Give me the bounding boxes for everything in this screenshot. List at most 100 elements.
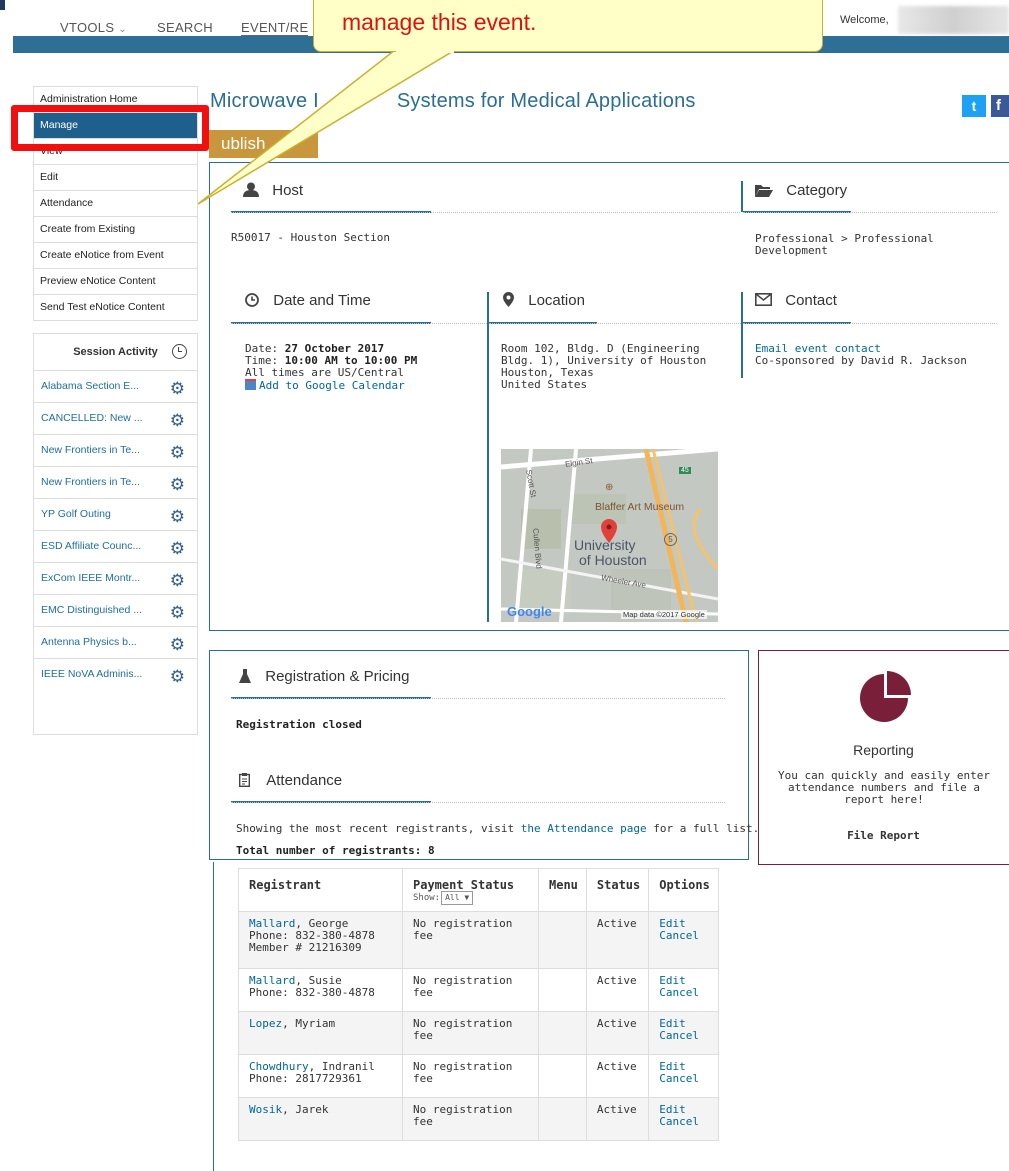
- map-credit: Map data ©2017 Google: [621, 610, 707, 619]
- dropdown-arrow-icon: ▼: [464, 893, 470, 902]
- registrant-name-link[interactable]: Lopez: [249, 1017, 282, 1030]
- table-header-row: Registrant Payment Status Show: All ▼ Men…: [238, 868, 719, 912]
- cancel-link[interactable]: Cancel: [659, 987, 710, 999]
- gear-icon[interactable]: ⚙: [170, 437, 185, 468]
- payment-filter-select[interactable]: All ▼: [441, 891, 474, 905]
- contact-divider: [743, 323, 997, 324]
- content-left-rule: [213, 862, 214, 1171]
- location-vrule: [487, 292, 489, 622]
- session-item[interactable]: Alabama Section E... ⚙: [34, 371, 197, 403]
- datetime-divider: [231, 323, 489, 324]
- google-calendar-link[interactable]: Add to Google Calendar: [245, 379, 417, 392]
- menu-cell: [538, 1011, 587, 1055]
- welcome-text: Welcome,: [840, 14, 889, 26]
- session-activity-header: Session Activity: [34, 334, 197, 371]
- sidebar-item-label: Create eNotice from Event: [40, 249, 164, 261]
- sidebar-item-create-enotice[interactable]: Create eNotice from Event: [34, 243, 197, 269]
- sidebar-item-edit[interactable]: Edit: [34, 165, 197, 191]
- flask-icon: [239, 669, 251, 683]
- session-item[interactable]: YP Golf Outing ⚙: [34, 499, 197, 531]
- col-menu: Menu: [538, 868, 587, 912]
- pie-chart-icon: [860, 671, 911, 722]
- payment-status-cell: No registration fee: [402, 1097, 539, 1141]
- table-row: Mallard, George Phone: 832-380-4878 Member…: [238, 911, 719, 969]
- registrant-name-link[interactable]: Wosik: [249, 1103, 282, 1116]
- sidebar-item-send-test-enotice[interactable]: Send Test eNotice Content: [34, 295, 197, 320]
- facebook-icon[interactable]: f: [991, 95, 1009, 117]
- session-item-label: New Frontiers in Te...: [41, 444, 141, 456]
- gear-icon[interactable]: ⚙: [170, 533, 185, 564]
- registration-divider: [231, 698, 725, 699]
- contact-details: Email event contact Co-sponsored by Davi…: [755, 343, 967, 367]
- session-item[interactable]: EMC Distinguished ... ⚙: [34, 595, 197, 627]
- gear-icon[interactable]: ⚙: [170, 629, 185, 660]
- cancel-link[interactable]: Cancel: [659, 1116, 710, 1128]
- session-item-label: ExCom IEEE Montr...: [41, 572, 141, 584]
- session-item[interactable]: Antenna Physics b... ⚙: [34, 627, 197, 659]
- category-line: Development: [755, 244, 828, 257]
- gear-icon[interactable]: ⚙: [170, 597, 185, 628]
- registrant-first-name: , Jarek: [282, 1103, 329, 1116]
- session-item[interactable]: New Frontiers in Te... ⚙: [34, 435, 197, 467]
- sidebar-item-preview-enotice[interactable]: Preview eNotice Content: [34, 269, 197, 295]
- session-item-label: Antenna Physics b...: [41, 636, 137, 648]
- cancel-link[interactable]: Cancel: [659, 930, 710, 942]
- session-item-label: ESD Affiliate Counc...: [41, 540, 142, 552]
- registrants-table: Registrant Payment Status Show: All ▼ Men…: [238, 868, 719, 1141]
- file-report-link[interactable]: File Report: [758, 830, 1009, 842]
- sidebar-item-attendance[interactable]: Attendance: [34, 191, 197, 217]
- session-item-label: IEEE NoVA Adminis...: [41, 668, 143, 680]
- table-row: Lopez, Myriam No registration fee Active…: [238, 1011, 719, 1055]
- nav-edge-accent: [0, 0, 5, 10]
- sidebar-item-label: Edit: [40, 171, 59, 183]
- gear-icon[interactable]: ⚙: [170, 405, 185, 436]
- cancel-link[interactable]: Cancel: [659, 1073, 710, 1085]
- session-item[interactable]: ExCom IEEE Montr... ⚙: [34, 563, 197, 595]
- highway-shield: 45: [679, 467, 691, 474]
- session-item[interactable]: New Frontiers in Te... ⚙: [34, 467, 197, 499]
- attendance-page-link[interactable]: the Attendance page: [521, 822, 647, 835]
- highlight-box-manage: [11, 105, 209, 151]
- status-cell: Active: [585, 911, 650, 969]
- table-row: Mallard, Susie Phone: 832-380-4878 No reg…: [238, 968, 719, 1012]
- registrant-first-name: , Myriam: [282, 1017, 336, 1030]
- location-divider: [489, 323, 741, 324]
- category-section-header: Category: [755, 182, 847, 199]
- nav-event-reports[interactable]: EVENT/RE: [241, 20, 309, 36]
- nav-search[interactable]: SEARCH: [157, 20, 213, 35]
- options-cell: Edit Cancel: [648, 968, 719, 1012]
- gear-icon[interactable]: ⚙: [170, 373, 185, 404]
- publish-button[interactable]: ublish: [209, 130, 318, 158]
- location-map[interactable]: Elgin St Scott St 45 ⊕ Blaffer Art Museu…: [501, 449, 718, 622]
- sidebar-item-label: Preview eNotice Content: [40, 275, 156, 287]
- sidebar-item-create-from-existing[interactable]: Create from Existing: [34, 217, 197, 243]
- gear-icon[interactable]: ⚙: [170, 501, 185, 532]
- gear-icon[interactable]: ⚙: [170, 661, 185, 692]
- callout-joint: [396, 49, 454, 53]
- menu-cell: [538, 968, 587, 1012]
- calendar-icon: [245, 379, 256, 390]
- map-label: of Houston: [579, 552, 647, 568]
- sidebar-item-label: Create from Existing: [40, 223, 136, 235]
- gear-icon[interactable]: ⚙: [170, 469, 185, 500]
- registrant-cell: Mallard, Susie Phone: 832-380-4878: [238, 968, 403, 1012]
- google-logo: Google: [507, 604, 552, 619]
- session-item-label: EMC Distinguished ...: [41, 604, 142, 616]
- registrant-phone: Phone: 2817729361: [249, 1072, 362, 1085]
- cancel-link[interactable]: Cancel: [659, 1030, 710, 1042]
- menu-cell: [538, 1054, 587, 1098]
- options-cell: Edit Cancel: [648, 911, 719, 969]
- session-item[interactable]: IEEE NoVA Adminis... ⚙: [34, 659, 197, 690]
- col-registrant: Registrant: [238, 868, 403, 912]
- nav-vtools[interactable]: VTOOLS ⌄: [60, 20, 127, 35]
- session-activity-title: Session Activity: [73, 346, 158, 358]
- twitter-icon[interactable]: t: [962, 95, 986, 117]
- registration-section-header: Registration & Pricing: [239, 668, 409, 685]
- registration-heading: Registration & Pricing: [265, 668, 410, 685]
- session-item[interactable]: CANCELLED: New ... ⚙: [34, 403, 197, 435]
- session-item[interactable]: ESD Affiliate Counc... ⚙: [34, 531, 197, 563]
- col-status: Status: [585, 868, 650, 912]
- museum-icon: ⊕: [605, 482, 614, 493]
- col-options: Options: [648, 868, 719, 912]
- gear-icon[interactable]: ⚙: [170, 565, 185, 596]
